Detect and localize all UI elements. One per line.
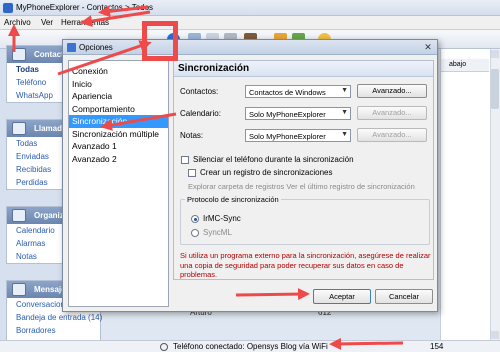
arrow-to-accept xyxy=(235,288,310,301)
arrow-to-sync-nav xyxy=(100,112,177,131)
annotation-arrows xyxy=(8,5,404,350)
arrow-to-menu xyxy=(80,10,151,28)
arrow-to-status xyxy=(329,337,404,350)
arrow-to-toolbar xyxy=(57,40,152,76)
arrow-to-title xyxy=(98,5,149,18)
